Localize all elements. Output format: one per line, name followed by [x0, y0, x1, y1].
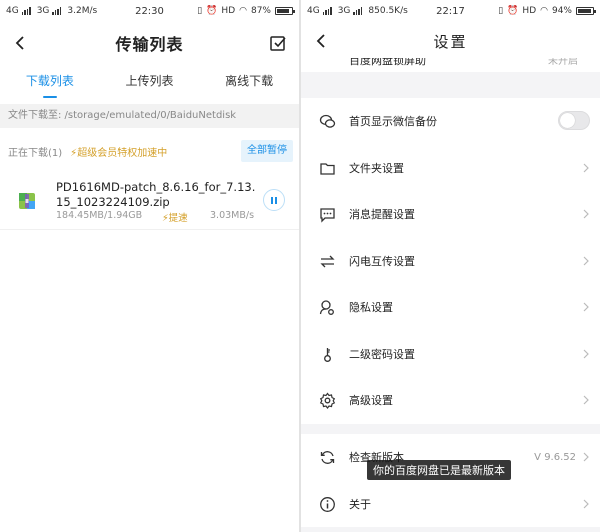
settings-row-folder[interactable]: 文件夹设置 — [301, 145, 600, 192]
toast-message: 你的百度网盘已是最新版本 — [367, 460, 511, 480]
chevron-right-icon — [583, 163, 589, 172]
settings-row-advanced[interactable]: 高级设置 — [301, 377, 600, 424]
settings-row-wechat-backup: 首页显示微信备份 — [301, 98, 600, 145]
network-label: 4G — [6, 6, 19, 16]
vibrate-icon: ▯ — [498, 6, 504, 16]
settings-row-label: 闪电互传设置 — [349, 254, 415, 268]
file-meta: 184.45MB/1.94GB ⚡提速 3.03MB/s — [56, 210, 259, 224]
back-icon[interactable] — [313, 32, 331, 50]
info-icon — [320, 496, 335, 512]
battery-icon — [576, 7, 596, 15]
zip-file-icon — [19, 193, 35, 209]
settings-screen: 4G 3G 850.5K/s 22:17 ▯ ⏰ HD ◠ 94% 设置 百度网… — [301, 0, 600, 532]
chevron-right-icon — [583, 302, 589, 312]
wechat-backup-toggle[interactable] — [558, 111, 590, 130]
wifi-icon: ◠ — [540, 6, 548, 16]
folder-icon — [320, 162, 335, 175]
page-title: 传输列表 — [115, 35, 184, 54]
downloading-section: 正在下载(1) ⚡超级会员特权加速中 全部暂停 — [0, 138, 299, 164]
wifi-icon: ◠ — [239, 6, 247, 16]
status-bar: 4G 3G 3.2M/s 22:30 ▯ ⏰ HD ◠ 87% — [0, 0, 299, 22]
header: 传输列表 — [0, 22, 299, 64]
settings-row-message[interactable]: 消息提醒设置 — [301, 191, 600, 238]
network-label: 4G — [307, 6, 320, 16]
chevron-right-icon — [583, 452, 589, 462]
settings-row-label: 二级密码设置 — [349, 347, 415, 361]
tab-download[interactable]: 下载列表 — [0, 66, 100, 100]
signal2-icon — [353, 7, 363, 15]
privacy-icon — [319, 300, 334, 315]
battery-percent: 94% — [551, 6, 572, 16]
message-icon — [320, 208, 335, 223]
settings-group: 首页显示微信备份 文件夹设置 消息提醒设置 闪电互传设置 隐私设置 二级密码设置 — [301, 98, 600, 424]
settings-row-lockscreen[interactable]: 百度网盘锁屏助 未开启 — [301, 58, 600, 72]
alarm-icon: ⏰ — [507, 6, 519, 16]
network-speed: 850.5K/s — [368, 6, 408, 16]
download-item[interactable]: PD1616MD-patch_8.6.16_for_7.13.15_102322… — [0, 172, 299, 230]
network2-label: 3G — [337, 6, 351, 16]
pause-all-button[interactable]: 全部暂停 — [241, 140, 293, 162]
transfer-tabs: 下载列表 上传列表 离线下载 — [0, 66, 299, 100]
download-path: 文件下载至: /storage/emulated/0/BaiduNetdisk — [0, 104, 299, 128]
vip-speedup-label: ⚡超级会员特权加速中 — [70, 147, 168, 159]
chevron-right-icon — [583, 256, 589, 265]
network-speed: 3.2M/s — [67, 6, 98, 16]
refresh-icon — [320, 451, 335, 464]
page-title: 设置 — [433, 32, 468, 51]
tab-offline[interactable]: 离线下载 — [199, 66, 299, 100]
transfer-list-screen: 4G 3G 3.2M/s 22:30 ▯ ⏰ HD ◠ 87% 传输列表 下载列… — [0, 0, 299, 532]
tab-upload[interactable]: 上传列表 — [100, 66, 200, 100]
settings-row-label: 关于 — [349, 497, 371, 511]
hd-label: HD — [522, 6, 537, 16]
settings-row-label: 百度网盘锁屏助 — [349, 58, 426, 67]
settings-group-about: 检查新版本 V 9.6.52 关于 — [301, 434, 600, 527]
settings-row-label: 消息提醒设置 — [349, 208, 415, 222]
settings-row-about[interactable]: 关于 — [301, 481, 600, 528]
transfer-icon — [320, 255, 335, 267]
speed-boost-button[interactable]: ⚡提速 — [162, 210, 188, 224]
wechat-icon — [319, 114, 336, 128]
gear-icon — [319, 392, 336, 409]
header: 设置 — [301, 22, 600, 60]
battery-percent: 87% — [250, 6, 271, 16]
status-bar: 4G 3G 850.5K/s 22:17 ▯ ⏰ HD ◠ 94% — [301, 0, 600, 22]
signal2-icon — [52, 7, 62, 15]
vibrate-icon: ▯ — [197, 6, 203, 16]
key-icon — [324, 347, 331, 362]
chevron-right-icon — [583, 209, 589, 219]
select-checkbox-icon[interactable] — [269, 34, 287, 52]
settings-row-privacy[interactable]: 隐私设置 — [301, 284, 600, 331]
settings-row-label: 高级设置 — [349, 394, 393, 408]
pause-icon[interactable] — [263, 189, 285, 211]
download-speed: 3.03MB/s — [210, 210, 255, 221]
settings-row-transfer[interactable]: 闪电互传设置 — [301, 238, 600, 285]
settings-row-label: 文件夹设置 — [349, 161, 404, 175]
settings-row-value: 未开启 — [548, 58, 578, 67]
signal-icon — [322, 7, 332, 15]
chevron-right-icon — [583, 395, 589, 405]
battery-icon — [275, 7, 295, 15]
back-icon[interactable] — [12, 34, 30, 52]
file-size: 184.45MB/1.94GB — [56, 210, 143, 221]
version-label: V 9.6.52 — [534, 451, 576, 463]
downloading-count: 正在下载(1) — [8, 147, 63, 159]
network2-label: 3G — [36, 6, 50, 16]
hd-label: HD — [221, 6, 236, 16]
chevron-right-icon — [583, 499, 589, 508]
chevron-right-icon — [583, 349, 589, 358]
file-name: PD1616MD-patch_8.6.16_for_7.13.15_102322… — [56, 180, 256, 209]
alarm-icon: ⏰ — [206, 6, 218, 16]
settings-row-second-password[interactable]: 二级密码设置 — [301, 331, 600, 378]
signal-icon — [21, 7, 31, 15]
settings-row-label: 首页显示微信备份 — [349, 115, 437, 129]
settings-row-label: 隐私设置 — [349, 301, 393, 315]
